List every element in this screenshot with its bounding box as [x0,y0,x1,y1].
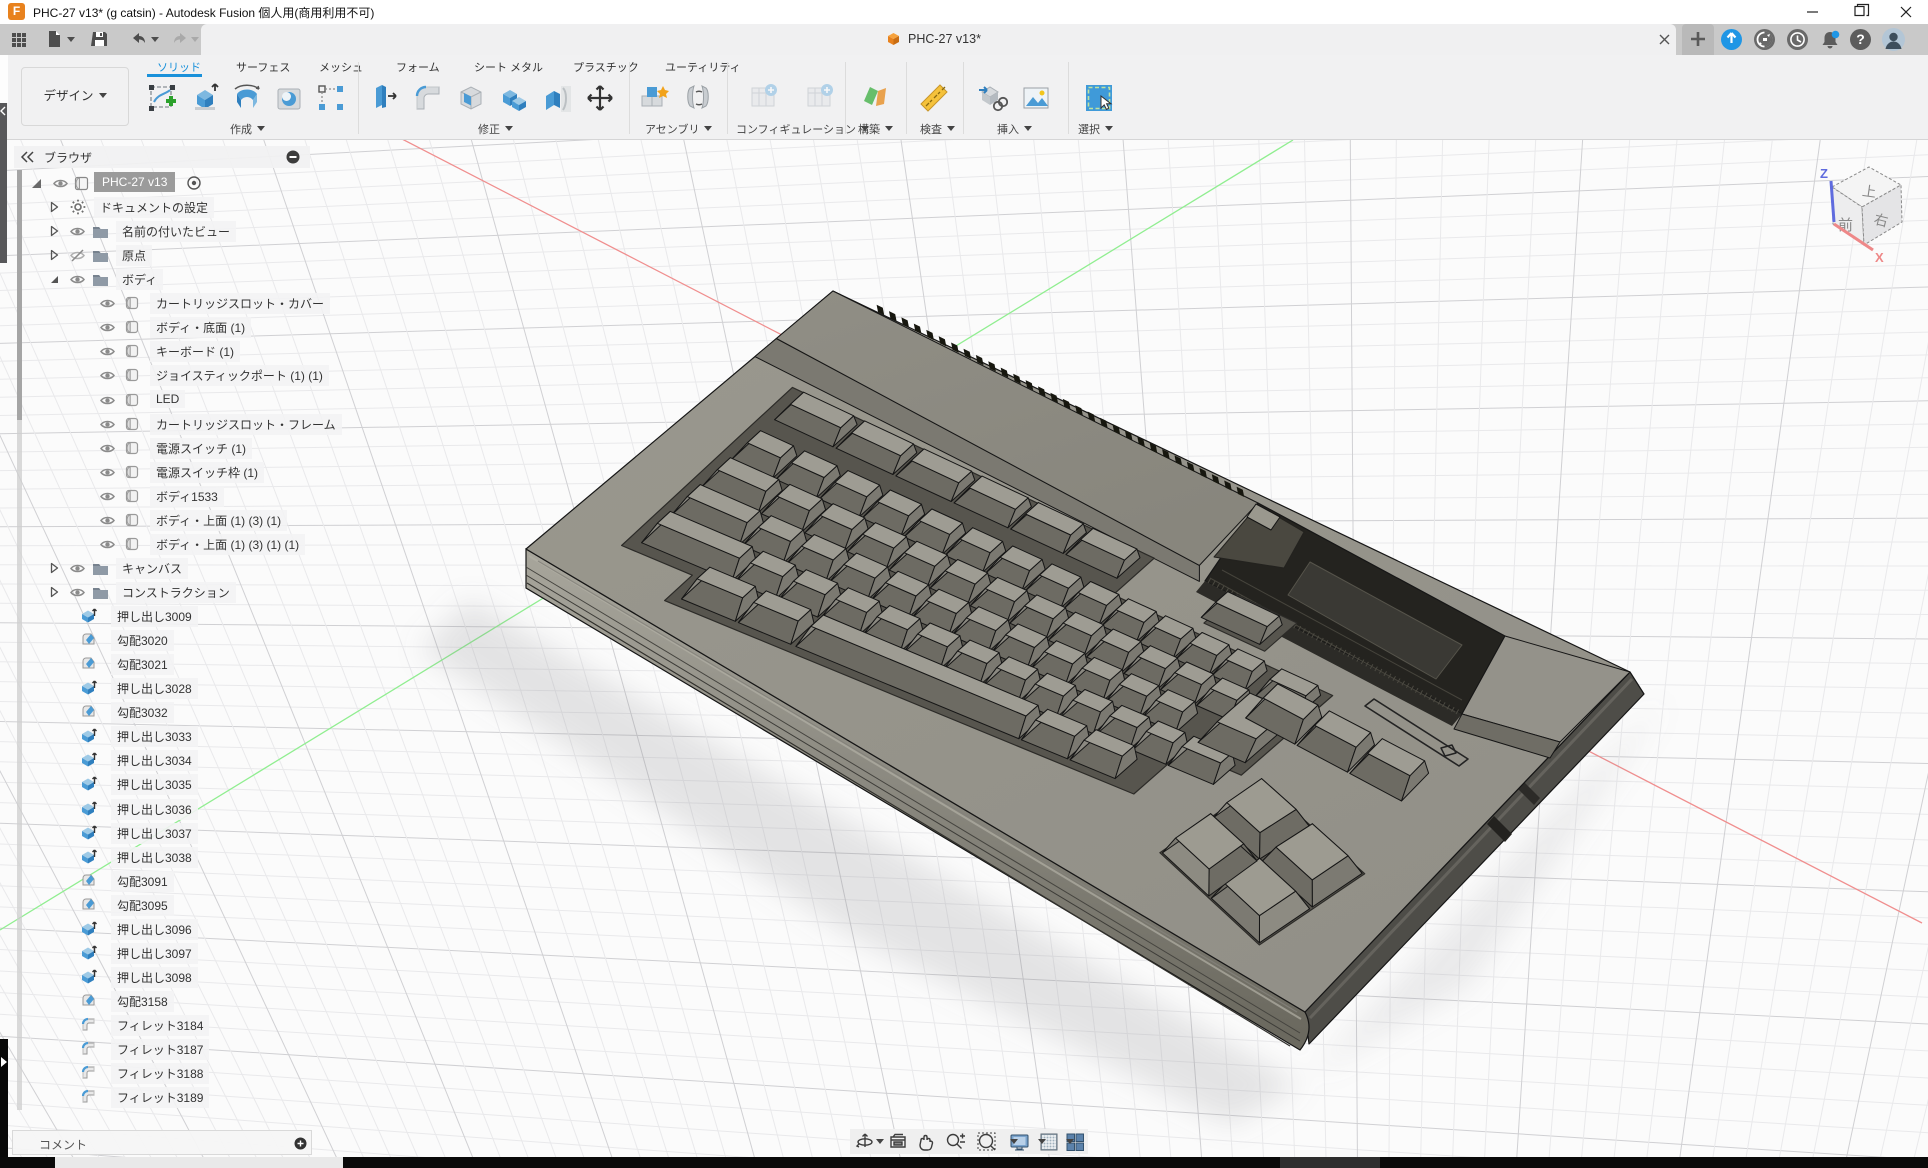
svg-text:X: X [1875,250,1884,265]
svg-text:Z: Z [1820,166,1828,181]
svg-text:上: 上 [1861,183,1877,201]
